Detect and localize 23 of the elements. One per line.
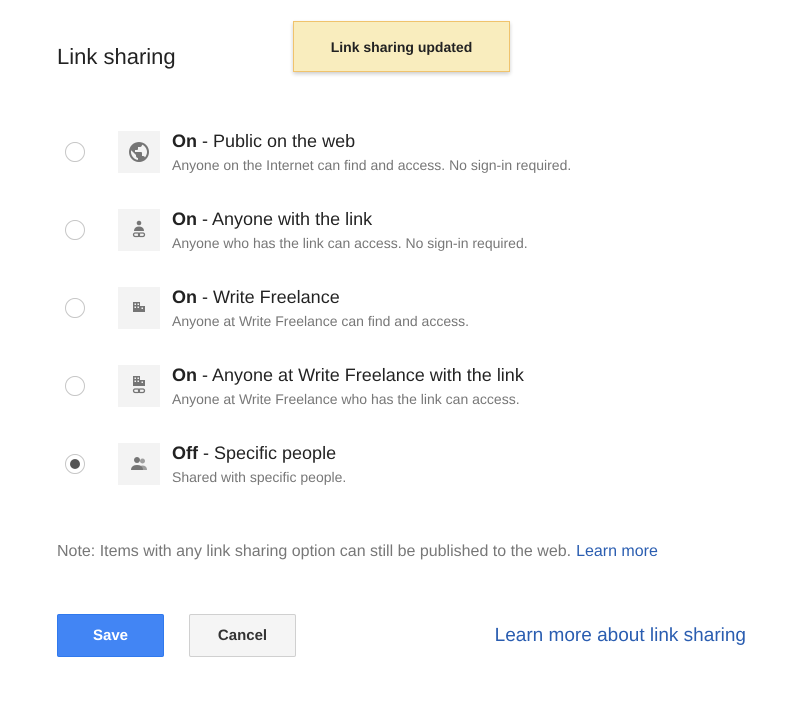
option-description: Anyone who has the link can access. No sign-in required. (172, 235, 528, 251)
save-button[interactable]: Save (57, 614, 164, 657)
learn-more-link[interactable]: Learn more (576, 543, 658, 561)
radio-button[interactable] (65, 376, 85, 396)
dialog-title: Link sharing (57, 44, 176, 70)
cancel-button[interactable]: Cancel (189, 614, 296, 657)
radio-button[interactable] (65, 298, 85, 318)
globe-icon (127, 140, 151, 164)
help-link[interactable]: Learn more about link sharing (494, 624, 746, 646)
radio-button[interactable] (65, 220, 85, 240)
option-description: Shared with specific people. (172, 469, 346, 485)
option-title: On - Public on the web (172, 131, 356, 152)
option-title: On - Write Freelance (172, 287, 341, 308)
option-description: Anyone at Write Freelance who has the link can access. (172, 391, 521, 407)
option-title: Off - Specific people (172, 443, 338, 464)
option-title: On - Anyone with the link (172, 209, 374, 230)
radio-button[interactable] (65, 454, 85, 474)
option-description: Anyone at Write Freelance can find and access. (172, 313, 470, 329)
option-description: Anyone on the Internet can find and access. No sign-in required. (172, 157, 572, 173)
note-text: Note: Items with any link sharing option can still be published to the web. (57, 543, 572, 561)
radio-button[interactable] (65, 142, 85, 162)
notification-toast: Link sharing updated (293, 21, 510, 72)
option-title: On - Anyone at Write Freelance with the link (172, 365, 524, 386)
